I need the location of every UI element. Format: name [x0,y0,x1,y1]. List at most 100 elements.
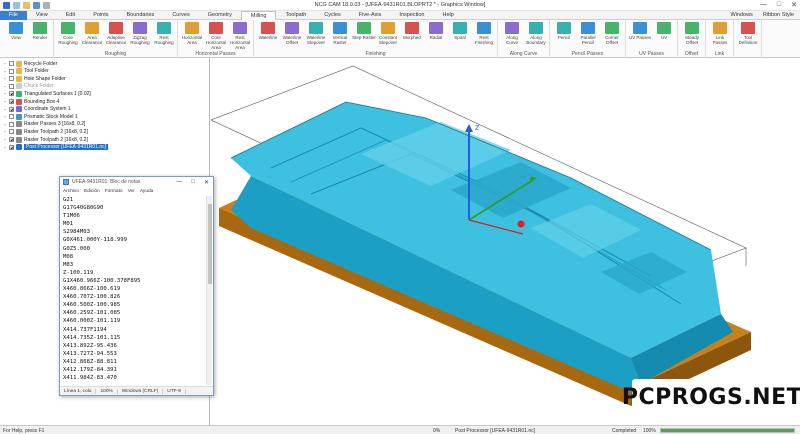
expand-icon[interactable]: + [3,76,7,81]
menu-ribbon-style[interactable]: Ribbon Style [763,12,794,18]
steady-offset-button[interactable]: Steady Offset [680,22,704,45]
expand-icon[interactable]: + [3,61,7,66]
tree-item[interactable]: + Chuck Folder [3,83,54,90]
tree-item[interactable]: + Raster Passes 3 [16x8, 0.2] [3,121,85,128]
expand-icon[interactable]: + [3,107,7,112]
notepad-menu-2[interactable]: Formato [105,189,123,194]
minimize-button[interactable]: — [760,1,767,9]
expand-icon[interactable]: + [3,91,7,96]
adaptive-clearance-button[interactable]: Adaptive Clearance [104,22,128,45]
tab-help[interactable]: Help [434,11,463,20]
uv-passes-button[interactable]: UV Passes [628,22,652,40]
tree-item[interactable]: + Raster Toolpath 2 [16x8, 0.2] [3,136,88,143]
tab-cycles[interactable]: Cycles [315,11,350,20]
tab-inspection[interactable]: Inspection [390,11,433,20]
expand-icon[interactable]: + [3,99,7,104]
step-raster-button[interactable]: Step Raster [352,22,376,40]
corner-offset-button[interactable]: Corner Offset [600,22,624,45]
notepad-text-area[interactable]: G21 G17G40G80G90 T1M06 M01 S2984M03 G0X461.00… [61,196,207,385]
expand-icon[interactable]: + [3,145,7,150]
tab-points[interactable]: Points [84,11,117,20]
visibility-checkbox[interactable] [9,144,14,150]
tab-milling[interactable]: Milling [240,11,277,20]
tree-item[interactable]: + Coordinate System 1 [3,106,71,113]
expand-icon[interactable]: + [3,84,7,89]
rest-roughing-button[interactable]: Rest Roughing [152,22,176,45]
expand-icon[interactable]: + [3,137,7,142]
steady-offset-icon [685,22,699,34]
uv-button[interactable]: UV [652,22,676,40]
tree-item[interactable]: + Post Processor [UFEA-9431R01.nc] [3,144,109,151]
tab-file[interactable]: File [0,11,27,20]
spiral-button[interactable]: Spiral [448,22,472,40]
tree-item[interactable]: + Raster Toolpath 2 [16x8, 0.2] [3,128,88,135]
menu-windows[interactable]: Windows [731,12,753,18]
notepad-scrollbar[interactable] [206,196,212,385]
zigzag-roughing-button[interactable]: Zigzag Roughing [128,22,152,45]
tab-view[interactable]: View [27,11,57,20]
expand-icon[interactable]: + [3,114,7,119]
waterline-button[interactable]: Waterline [256,22,280,40]
visibility-checkbox[interactable] [9,91,14,97]
constant-stepover-button[interactable]: Constant Stepover [376,22,400,45]
parallel-pencil-button[interactable]: Parallel Pencil [576,22,600,45]
notepad-close-button[interactable]: ✕ [204,179,209,186]
visibility-checkbox[interactable] [9,83,14,89]
notepad-minimize-button[interactable]: — [176,179,182,186]
notepad-title-bar[interactable]: UFEA-9431R01: Bloc de notas — □ ✕ [60,177,213,187]
visibility-checkbox[interactable] [9,129,14,135]
notepad-window[interactable]: UFEA-9431R01: Bloc de notas — □ ✕ Archiv… [59,176,214,396]
tree-item[interactable]: + Prismatic Stock Model 1 [3,113,78,120]
along-curve-button[interactable]: Along Curve [500,22,524,45]
maximize-button[interactable]: □ [777,1,781,9]
notepad-maximize-button[interactable]: □ [191,179,195,186]
graphics-viewport[interactable]: Z [211,58,800,425]
area-clearance-button[interactable]: Area Clearance [80,22,104,45]
core-roughing-button[interactable]: Core Roughing [56,22,80,45]
render-button[interactable]: Render [28,22,52,40]
tree-item[interactable]: + Tool Folder [3,68,49,75]
expand-icon[interactable]: + [3,69,7,74]
tab-curves[interactable]: Curves [163,11,198,20]
notepad-menu-3[interactable]: Ver [128,189,135,194]
expand-icon[interactable]: + [3,129,7,134]
tab-boundaries[interactable]: Boundaries [117,11,163,20]
notepad-menu-4[interactable]: Ayuda [140,189,154,194]
tab-geometry[interactable]: Geometry [199,11,241,20]
scrollbar-thumb[interactable] [208,204,212,284]
rest-horizontal-area-button[interactable]: Rest Horizontal Area [228,22,252,50]
tool-definition-button[interactable]: Tool Definition [736,22,760,45]
tab-toolpath[interactable]: Toolpath [276,11,315,20]
radial-button[interactable]: Radial [424,22,448,40]
visibility-checkbox[interactable] [9,76,14,82]
tab-five-axis[interactable]: Five-Axis [350,11,391,20]
horizontal-area-button[interactable]: Horizontal Area [180,22,204,45]
rest-finishing-button[interactable]: Rest Finishing [472,22,496,45]
along-boundary-button[interactable]: Along Boundary [524,22,548,45]
visibility-checkbox[interactable] [9,121,14,127]
tree-item[interactable]: + Hole Shape Folder [3,75,66,82]
tree-item[interactable]: + Bounding Box 4 [3,98,59,105]
link-passes-button[interactable]: Link Passes [708,22,732,45]
tree-item-label: Coordinate System 1 [24,106,71,113]
visibility-checkbox[interactable] [9,68,14,74]
vertical-raster-button[interactable]: Vertical Raster [328,22,352,45]
core-horizontal-area-button[interactable]: Core Horizontal Area [204,22,228,50]
visibility-checkbox[interactable] [9,137,14,142]
tree-item[interactable]: + Recycle Folder [3,60,57,67]
expand-icon[interactable]: + [3,122,7,127]
visibility-checkbox[interactable] [9,114,14,120]
visibility-checkbox[interactable] [9,61,14,66]
view-button[interactable]: View [4,22,28,40]
close-button[interactable]: ✕ [791,1,797,9]
visibility-checkbox[interactable] [9,99,14,104]
waterline-offset-button[interactable]: Waterline Offset [280,22,304,45]
visibility-checkbox[interactable] [9,106,14,112]
tab-edit[interactable]: Edit [57,11,84,20]
notepad-menu-1[interactable]: Edición [84,189,100,194]
morphed-button[interactable]: Morphed [400,22,424,40]
waterline-stepover-button[interactable]: Waterline Stepover [304,22,328,45]
notepad-menu-0[interactable]: Archivo [63,189,79,194]
tree-item[interactable]: + Triangulated Surfaces 1 [0.02] [3,90,91,97]
pencil-button[interactable]: Pencil [552,22,576,40]
